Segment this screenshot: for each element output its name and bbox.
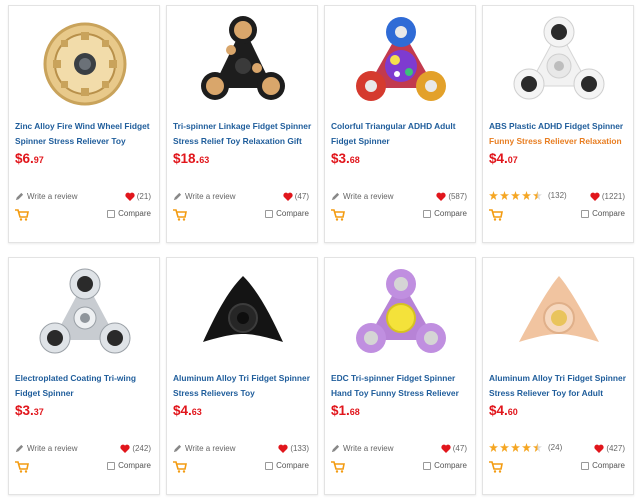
star-icon (511, 443, 520, 452)
checkbox-icon[interactable] (107, 461, 116, 470)
heart-icon (278, 444, 288, 453)
product-card[interactable]: Tri-spinner Linkage Fidget Spinner Stres… (166, 5, 318, 243)
product-card[interactable]: EDC Tri-spinner Fidget Spinner Hand Toy … (324, 257, 476, 495)
cart-icon[interactable] (173, 209, 187, 221)
star-icon (489, 443, 498, 452)
compare-checkbox[interactable]: Compare (265, 209, 309, 218)
product-card[interactable]: Aluminum Alloy Tri Fidget Spinner Stress… (166, 257, 318, 495)
product-card[interactable]: ABS Plastic ADHD Fidget Spinner Funny St… (482, 5, 634, 243)
wishlist-count[interactable]: (1221) (590, 192, 625, 201)
product-title[interactable]: Electroplated Coating Tri-wing Fidget Sp… (15, 371, 157, 401)
product-card[interactable]: Colorful Triangular ADHD Adult Fidget Sp… (324, 5, 476, 243)
product-price: $6.97 (15, 151, 44, 166)
product-image[interactable] (483, 262, 635, 370)
product-title[interactable]: Aluminum Alloy Tri Fidget Spinner Stress… (173, 371, 315, 401)
cart-icon[interactable] (331, 209, 345, 221)
wishlist-count[interactable]: (427) (594, 444, 625, 453)
wishlist-count[interactable]: (133) (278, 444, 309, 453)
pencil-icon (15, 444, 24, 453)
product-price: $4.63 (173, 403, 202, 418)
write-review-link[interactable]: Write a review (331, 444, 394, 453)
checkbox-icon[interactable] (581, 209, 590, 218)
half-star-icon (533, 191, 542, 200)
product-title[interactable]: EDC Tri-spinner Fidget Spinner Hand Toy … (331, 371, 473, 401)
compare-checkbox[interactable]: Compare (581, 209, 625, 218)
product-image[interactable] (325, 262, 477, 370)
write-review-link[interactable]: Write a review (15, 192, 78, 201)
wishlist-count[interactable]: (47) (441, 444, 467, 453)
star-icon (489, 191, 498, 200)
compare-checkbox[interactable]: Compare (107, 209, 151, 218)
wishlist-count[interactable]: (587) (436, 192, 467, 201)
checkbox-icon[interactable] (581, 461, 590, 470)
compare-checkbox[interactable]: Compare (107, 461, 151, 470)
product-title[interactable]: ABS Plastic ADHD Fidget Spinner Funny St… (489, 119, 631, 149)
cart-icon[interactable] (15, 209, 29, 221)
star-icon (511, 191, 520, 200)
write-review-link[interactable]: Write a review (15, 444, 78, 453)
pencil-icon (173, 192, 182, 201)
product-image[interactable] (167, 10, 319, 118)
cart-icon[interactable] (331, 461, 345, 473)
compare-checkbox[interactable]: Compare (581, 461, 625, 470)
compare-checkbox[interactable]: Compare (423, 461, 467, 470)
product-price: $3.37 (15, 403, 44, 418)
star-icon (500, 443, 509, 452)
checkbox-icon[interactable] (423, 461, 432, 470)
star-icon (500, 191, 509, 200)
product-card[interactable]: Zinc Alloy Fire Wind Wheel Fidget Spinne… (8, 5, 160, 243)
wishlist-count[interactable]: (242) (120, 444, 151, 453)
pencil-icon (331, 444, 340, 453)
rating[interactable]: (24) (489, 443, 562, 452)
heart-icon (441, 444, 451, 453)
product-image[interactable] (9, 262, 161, 370)
heart-icon (283, 192, 293, 201)
wishlist-count[interactable]: (21) (125, 192, 151, 201)
cart-icon[interactable] (15, 461, 29, 473)
cart-icon[interactable] (489, 209, 503, 221)
star-icon (522, 443, 531, 452)
write-review-link[interactable]: Write a review (331, 192, 394, 201)
product-title[interactable]: Colorful Triangular ADHD Adult Fidget Sp… (331, 119, 473, 149)
product-image[interactable] (325, 10, 477, 118)
heart-icon (125, 192, 135, 201)
write-review-link[interactable]: Write a review (173, 192, 236, 201)
checkbox-icon[interactable] (423, 209, 432, 218)
heart-icon (436, 192, 446, 201)
rating[interactable]: (132) (489, 191, 567, 200)
product-image[interactable] (9, 10, 161, 118)
product-grid: Zinc Alloy Fire Wind Wheel Fidget Spinne… (0, 0, 639, 500)
product-price: $1.68 (331, 403, 360, 418)
product-price: $18.63 (173, 151, 210, 166)
pencil-icon (15, 192, 24, 201)
checkbox-icon[interactable] (107, 209, 116, 218)
heart-icon (120, 444, 130, 453)
product-card[interactable]: Electroplated Coating Tri-wing Fidget Sp… (8, 257, 160, 495)
product-price: $3.68 (331, 151, 360, 166)
pencil-icon (173, 444, 182, 453)
compare-checkbox[interactable]: Compare (423, 209, 467, 218)
compare-checkbox[interactable]: Compare (265, 461, 309, 470)
star-icon (522, 191, 531, 200)
heart-icon (590, 192, 600, 201)
write-review-link[interactable]: Write a review (173, 444, 236, 453)
half-star-icon (533, 443, 542, 452)
product-card[interactable]: Aluminum Alloy Tri Fidget Spinner Stress… (482, 257, 634, 495)
pencil-icon (331, 192, 340, 201)
cart-icon[interactable] (489, 461, 503, 473)
product-price: $4.60 (489, 403, 518, 418)
product-image[interactable] (483, 10, 635, 118)
checkbox-icon[interactable] (265, 209, 274, 218)
checkbox-icon[interactable] (265, 461, 274, 470)
cart-icon[interactable] (173, 461, 187, 473)
wishlist-count[interactable]: (47) (283, 192, 309, 201)
product-title[interactable]: Aluminum Alloy Tri Fidget Spinner Stress… (489, 371, 631, 401)
product-price: $4.07 (489, 151, 518, 166)
product-title[interactable]: Tri-spinner Linkage Fidget Spinner Stres… (173, 119, 315, 149)
product-image[interactable] (167, 262, 319, 370)
heart-icon (594, 444, 604, 453)
product-title[interactable]: Zinc Alloy Fire Wind Wheel Fidget Spinne… (15, 119, 157, 149)
